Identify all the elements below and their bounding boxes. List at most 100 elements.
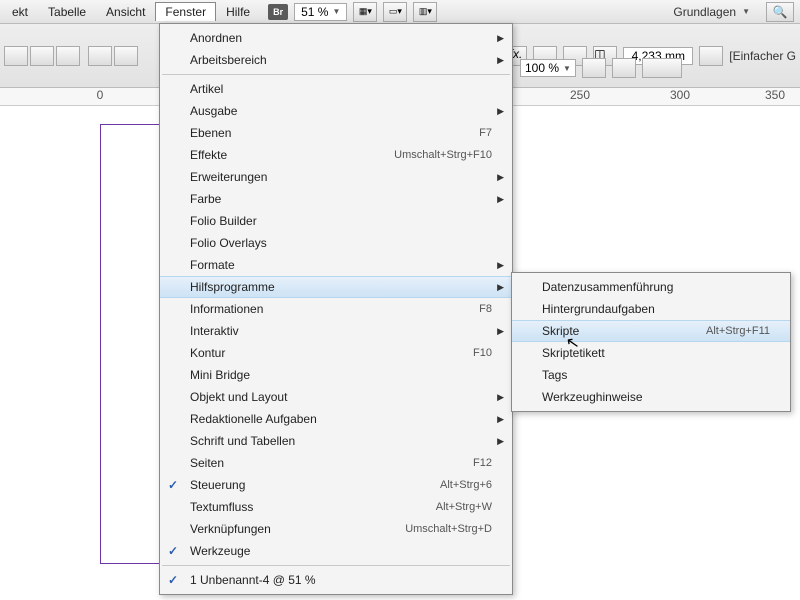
chevron-down-icon: ▼ xyxy=(742,7,750,16)
menu-item-label: Informationen xyxy=(190,302,479,316)
menu-item-label: Objekt und Layout xyxy=(190,390,492,404)
submenu-arrow-icon: ▶ xyxy=(497,414,504,425)
ruler-tick: 0 xyxy=(80,88,120,102)
menu-item[interactable]: Formate▶ xyxy=(160,254,512,276)
menu-item-label: Farbe xyxy=(190,192,492,206)
menu-item[interactable]: Artikel xyxy=(160,78,512,100)
menu-item[interactable]: Anordnen ▶ xyxy=(160,27,512,49)
menu-ansicht[interactable]: Ansicht xyxy=(96,2,155,22)
menu-item[interactable]: EbenenF7 xyxy=(160,122,512,144)
submenu-arrow-icon: ▶ xyxy=(497,326,504,337)
tool-btn[interactable] xyxy=(88,46,112,66)
menu-item-shortcut: Alt+Strg+W xyxy=(436,501,492,513)
menu-item-label: Anordnen xyxy=(190,31,492,45)
submenu-arrow-icon: ▶ xyxy=(497,436,504,447)
submenu-arrow-icon: ▶ xyxy=(497,194,504,205)
menu-item-label: Effekte xyxy=(190,148,394,162)
menu-item[interactable]: Werkzeughinweise xyxy=(512,386,790,408)
menu-item[interactable]: SkripteAlt+Strg+F11 xyxy=(512,320,790,342)
workspace-switcher[interactable]: Grundlagen ▼ xyxy=(665,3,758,21)
menu-item-label: Artikel xyxy=(190,82,492,96)
search-button[interactable]: 🔍 xyxy=(766,2,794,22)
menu-item-label: Hilfsprogramme xyxy=(190,280,492,294)
menu-item[interactable]: Erweiterungen ▶ xyxy=(160,166,512,188)
submenu-arrow-icon: ▶ xyxy=(497,172,504,183)
menu-item[interactable]: Farbe ▶ xyxy=(160,188,512,210)
zoom-level[interactable]: 51 % ▼ xyxy=(294,3,347,21)
fenster-menu: Anordnen▶Arbeitsbereich▶ArtikelAusgabe▶E… xyxy=(159,23,513,595)
tool-btn[interactable] xyxy=(30,46,54,66)
menu-item[interactable]: Objekt und Layout▶ xyxy=(160,386,512,408)
menu-fenster[interactable]: Fenster xyxy=(155,2,216,21)
menu-item[interactable]: Folio Builder xyxy=(160,210,512,232)
submenu-arrow-icon: ▶ xyxy=(497,33,504,44)
menu-item[interactable]: Folio Overlays xyxy=(160,232,512,254)
style-label: [Einfacher G xyxy=(729,49,796,63)
arrange-docs-icon[interactable]: ▭▾ xyxy=(383,2,407,22)
menu-hilfe[interactable]: Hilfe xyxy=(216,2,260,22)
menu-item[interactable]: Skriptetikett xyxy=(512,342,790,364)
search-icon: 🔍 xyxy=(773,5,788,19)
menu-item[interactable]: SeitenF12 xyxy=(160,452,512,474)
menu-item-label: Steuerung xyxy=(190,478,440,492)
menu-item-label: Textumfluss xyxy=(190,500,436,514)
zoom-value: 51 % xyxy=(301,5,328,19)
menu-item-label: 1 Unbenannt-4 @ 51 % xyxy=(190,573,492,587)
menu-item[interactable]: EffekteUmschalt+Strg+F10 xyxy=(160,144,512,166)
menu-item-label: Formate xyxy=(190,258,492,272)
menu-item[interactable]: TextumflussAlt+Strg+W xyxy=(160,496,512,518)
chevron-down-icon: ▼ xyxy=(332,7,340,16)
menu-item[interactable]: Hintergrundaufgaben xyxy=(512,298,790,320)
menu-item-label: Folio Builder xyxy=(190,214,492,228)
tool-btn[interactable] xyxy=(114,46,138,66)
menu-item[interactable]: Tags xyxy=(512,364,790,386)
percent-field[interactable]: 100 %▼ xyxy=(520,59,576,77)
menu-item[interactable]: VerknüpfungenUmschalt+Strg+D xyxy=(160,518,512,540)
menu-objekt[interactable]: ekt xyxy=(2,2,38,22)
menu-item[interactable]: Datenzusammenführung xyxy=(512,276,790,298)
check-icon: ✓ xyxy=(168,544,178,558)
menu-item-shortcut: Umschalt+Strg+D xyxy=(405,523,492,535)
check-icon: ✓ xyxy=(168,478,178,492)
menu-item[interactable]: InformationenF8 xyxy=(160,298,512,320)
menu-item[interactable]: ✓ SteuerungAlt+Strg+6 xyxy=(160,474,512,496)
tool-btn[interactable] xyxy=(582,58,606,78)
menu-item-label: Tags xyxy=(542,368,770,382)
menu-item-shortcut: F8 xyxy=(479,303,492,315)
tool-btn[interactable] xyxy=(642,58,682,78)
menubar: ekt Tabelle Ansicht Fenster Hilfe Br 51 … xyxy=(0,0,800,24)
menu-tabelle[interactable]: Tabelle xyxy=(38,2,96,22)
tool-btn[interactable] xyxy=(4,46,28,66)
menu-item[interactable]: ✓ Werkzeuge xyxy=(160,540,512,562)
menu-item-label: Interaktiv xyxy=(190,324,492,338)
menu-item-label: Kontur xyxy=(190,346,473,360)
menu-item-shortcut: Alt+Strg+6 xyxy=(440,479,492,491)
menu-item-label: Schrift und Tabellen xyxy=(190,434,492,448)
tool-btn[interactable] xyxy=(699,46,723,66)
tool-btn[interactable] xyxy=(56,46,80,66)
tool-btn[interactable] xyxy=(612,58,636,78)
view-options-icon[interactable]: ▥▾ xyxy=(413,2,437,22)
menu-item-label: Ebenen xyxy=(190,126,479,140)
menu-item-label: Datenzusammenführung xyxy=(542,280,770,294)
menu-item-label: Hintergrundaufgaben xyxy=(542,302,770,316)
menu-item[interactable]: ✓1 Unbenannt-4 @ 51 % xyxy=(160,569,512,591)
menu-item[interactable]: Hilfsprogramme▶ xyxy=(160,276,512,298)
menu-item-label: Werkzeuge xyxy=(190,544,492,558)
ruler-tick: 250 xyxy=(560,88,600,102)
bridge-icon[interactable]: Br xyxy=(268,4,288,20)
menu-item[interactable]: Arbeitsbereich▶ xyxy=(160,49,512,71)
menu-item-label: Redaktionelle Aufgaben xyxy=(190,412,492,426)
menu-item-shortcut: Umschalt+Strg+F10 xyxy=(394,149,492,161)
menu-item[interactable]: Interaktiv ▶ xyxy=(160,320,512,342)
menu-item[interactable]: Redaktionelle Aufgaben ▶ xyxy=(160,408,512,430)
menu-item-label: Seiten xyxy=(190,456,473,470)
menu-item-label: Erweiterungen xyxy=(190,170,492,184)
hilfsprogramme-submenu: Datenzusammenführung Hintergrundaufgaben S… xyxy=(511,272,791,412)
menu-item[interactable]: Schrift und Tabellen ▶ xyxy=(160,430,512,452)
submenu-arrow-icon: ▶ xyxy=(497,106,504,117)
menu-item[interactable]: Mini Bridge xyxy=(160,364,512,386)
screen-mode-icon[interactable]: ▦▾ xyxy=(353,2,377,22)
menu-item[interactable]: KonturF10 xyxy=(160,342,512,364)
menu-item[interactable]: Ausgabe▶ xyxy=(160,100,512,122)
